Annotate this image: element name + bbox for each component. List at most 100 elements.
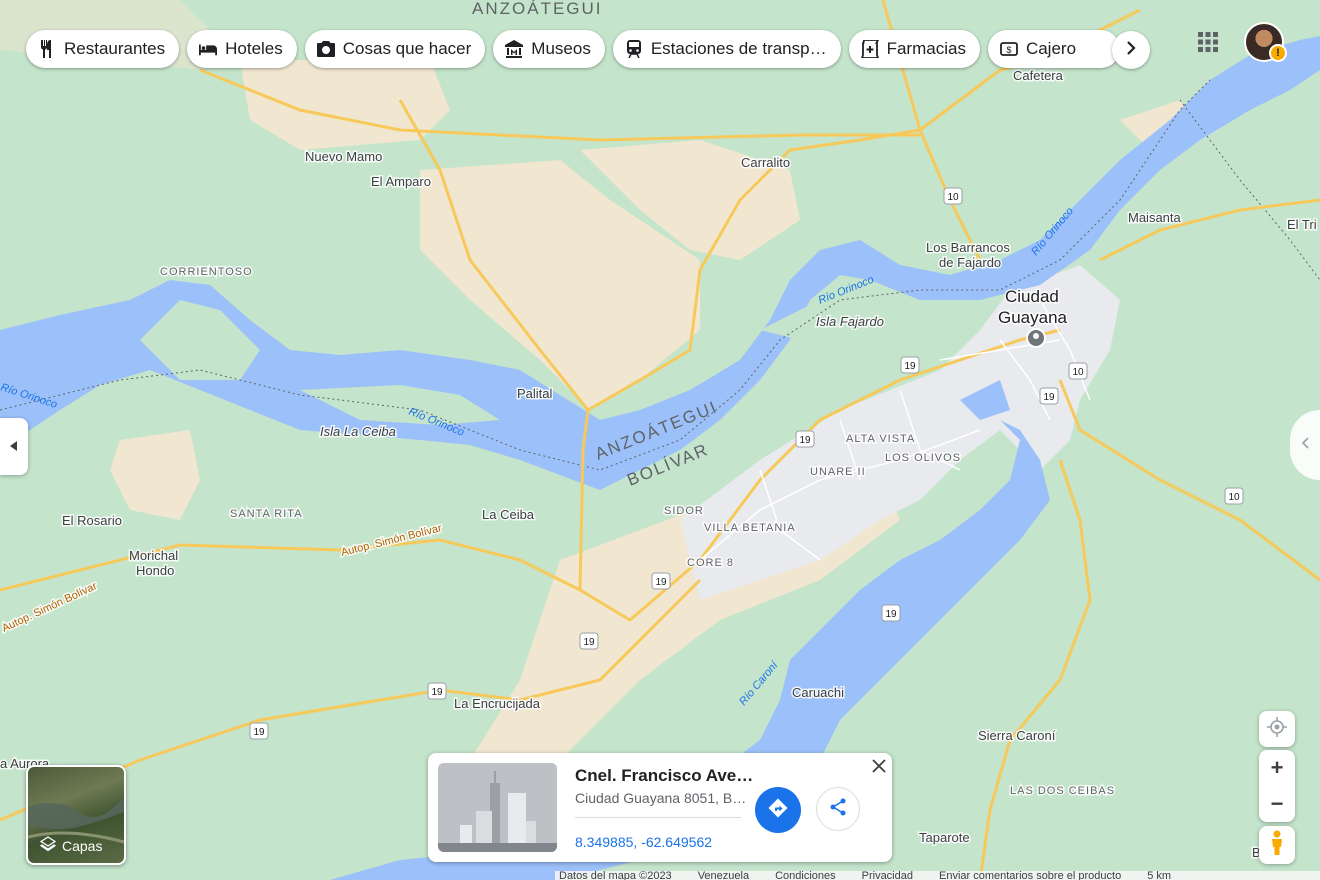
city-guayana: Guayana [998, 308, 1068, 327]
place-los-barrancos: Los Barrancos [926, 240, 1010, 255]
building-illustration-icon [438, 763, 557, 852]
svg-text:19: 19 [799, 435, 811, 446]
layers-icon [39, 836, 57, 855]
category-chips: Restaurantes Hoteles Cosas que hacer Mus… [26, 30, 1120, 70]
chip-label: Cosas que hacer [342, 39, 472, 58]
place-hondo: Hondo [136, 563, 174, 578]
place-alta-vista: ALTA VISTA [846, 433, 915, 445]
terms-link[interactable]: Condiciones [775, 871, 836, 880]
chip-farmacias[interactable]: Farmacias [848, 30, 980, 68]
place-sierra-caroni: Sierra Caroní [978, 728, 1056, 743]
route-shield: 19 [579, 632, 599, 650]
place-unare: UNARE II [810, 466, 866, 478]
chevron-right-icon [1126, 40, 1136, 60]
chip-label: Museos [531, 39, 591, 58]
pharmacy-icon [860, 40, 879, 58]
place-pin-icon[interactable] [1026, 328, 1046, 348]
svg-text:10: 10 [1228, 492, 1240, 503]
svg-text:10: 10 [1072, 367, 1084, 378]
map-canvas[interactable]: ANZOÁTEGUI ANZOÁTEGUI BOLÍVAR Ciudad Gua… [0, 0, 1320, 880]
svg-text:19: 19 [885, 609, 897, 620]
svg-text:$: $ [1006, 45, 1011, 55]
museum-icon [505, 40, 524, 58]
my-location-icon [1267, 716, 1287, 742]
place-el-rosario: El Rosario [62, 513, 122, 528]
chip-label: Hoteles [225, 39, 283, 58]
zoom-out-button[interactable]: − [1259, 786, 1295, 822]
svg-text:19: 19 [431, 687, 443, 698]
place-thumbnail[interactable] [438, 763, 557, 852]
place-palital: Palital [517, 386, 553, 401]
card-divider [575, 817, 741, 818]
place-carralito: Carralito [741, 155, 790, 170]
fork-knife-icon [38, 40, 56, 58]
place-cafetera: Cafetera [1013, 68, 1064, 83]
place-villa-betania: VILLA BETANIA [704, 522, 796, 534]
place-nuevo-mamo: Nuevo Mamo [305, 149, 382, 164]
close-icon [872, 758, 886, 778]
privacy-link[interactable]: Privacidad [862, 871, 913, 880]
place-maisanta: Maisanta [1128, 210, 1182, 225]
svg-text:19: 19 [583, 637, 595, 648]
chip-label: Restaurantes [64, 39, 166, 58]
pegman-icon [1270, 830, 1284, 861]
country-link[interactable]: Venezuela [698, 871, 749, 880]
directions-button[interactable] [755, 787, 801, 833]
route-shield: 19 [651, 572, 671, 590]
place-caruachi: Caruachi [792, 685, 844, 700]
place-el-tri: El Tri [1287, 217, 1317, 232]
warning-badge-icon: ! [1269, 44, 1287, 62]
chip-cajero[interactable]: $ Cajero [987, 30, 1120, 68]
place-morichal: Morichal [129, 548, 178, 563]
zoom-in-button[interactable]: + [1259, 750, 1295, 786]
apps-grid-button[interactable] [1196, 30, 1220, 54]
share-icon [829, 798, 847, 821]
island-fajardo: Isla Fajardo [816, 314, 884, 329]
place-sidor: SIDOR [664, 505, 704, 517]
city-ciudad: Ciudad [1005, 287, 1059, 306]
chip-estaciones[interactable]: Estaciones de transp… [612, 30, 841, 68]
layers-label: Capas [39, 836, 102, 855]
chip-restaurantes[interactable]: Restaurantes [26, 30, 180, 68]
route-shield: 19 [900, 356, 920, 374]
close-card-button[interactable] [868, 757, 890, 779]
minus-icon: − [1270, 791, 1284, 816]
place-title[interactable]: Cnel. Francisco Ave… [575, 766, 755, 786]
directions-icon [768, 798, 788, 823]
svg-text:19: 19 [1043, 392, 1055, 403]
atm-icon: $ [1000, 40, 1018, 58]
route-shield: 10 [1068, 362, 1088, 380]
chips-next-button[interactable] [1112, 31, 1150, 69]
chip-label: Farmacias [886, 39, 966, 58]
route-shield: 19 [249, 722, 269, 740]
place-la-encrucijada: La Encrucijada [454, 696, 541, 711]
chip-hoteles[interactable]: Hoteles [187, 30, 297, 68]
place-core8: CORE 8 [687, 557, 734, 569]
place-corrientoso: CORRIENTOSO [160, 266, 253, 278]
my-location-button[interactable] [1259, 711, 1295, 747]
svg-text:10: 10 [947, 192, 959, 203]
route-shield: 19 [427, 682, 447, 700]
place-santa-rita: SANTA RITA [230, 508, 303, 520]
feedback-link[interactable]: Enviar comentarios sobre el producto [939, 871, 1121, 880]
scale-label[interactable]: 5 km [1147, 871, 1171, 880]
collapse-side-panel-button[interactable] [0, 418, 28, 475]
share-button[interactable] [816, 787, 860, 831]
chip-museos[interactable]: Museos [493, 30, 605, 68]
svg-text:19: 19 [904, 361, 916, 372]
chip-label: Estaciones de transp… [650, 39, 827, 58]
layers-button[interactable]: Capas [26, 765, 126, 865]
street-view-pegman-button[interactable] [1259, 826, 1295, 864]
island-la-ceiba: Isla La Ceiba [320, 424, 396, 439]
route-shield: 10 [943, 187, 963, 205]
plus-icon: + [1270, 755, 1284, 780]
place-address: Ciudad Guayana 8051, B… [575, 790, 747, 806]
place-card[interactable]: Cnel. Francisco Ave… Ciudad Guayana 8051… [428, 753, 892, 862]
place-taparote: Taparote [919, 830, 970, 845]
zoom-control: + − [1259, 750, 1295, 822]
place-coordinates[interactable]: 8.349885, -62.649562 [575, 834, 712, 850]
place-las-dos-ceibas: LAS DOS CEIBAS [1010, 785, 1115, 797]
chip-cosas-que-hacer[interactable]: Cosas que hacer [304, 30, 486, 68]
caret-left-icon [10, 438, 18, 456]
place-el-amparo: El Amparo [371, 174, 431, 189]
